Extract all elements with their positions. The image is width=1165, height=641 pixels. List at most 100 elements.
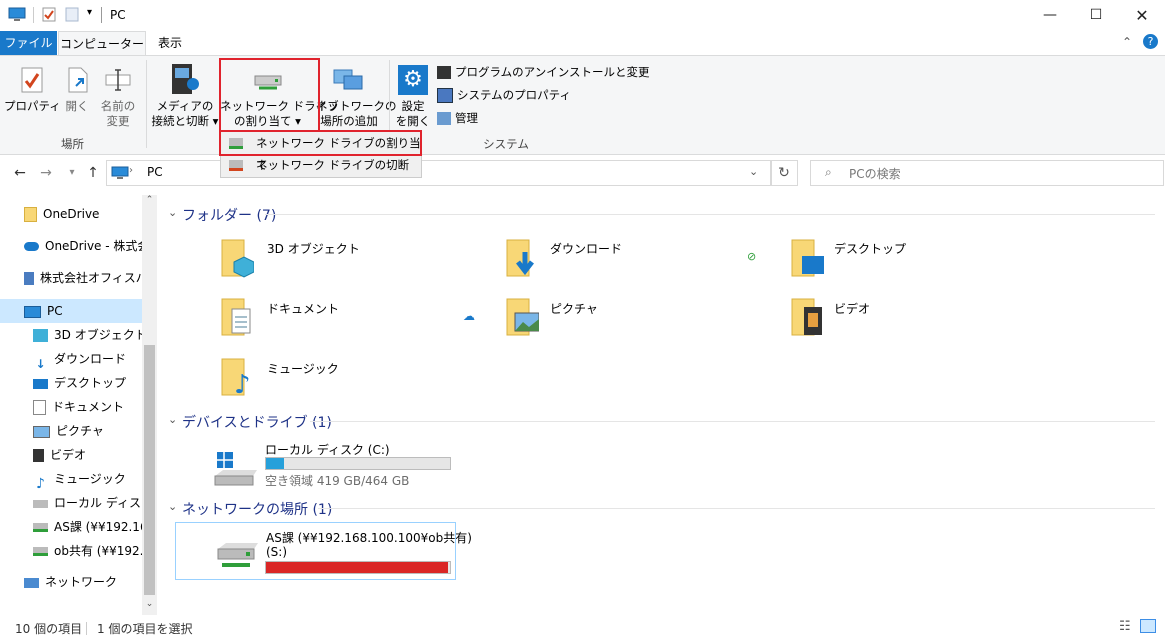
drive-free-space: 空き領域 419 GB/464 GB [265,474,410,488]
map-label-2-text: の割り当て [234,114,292,128]
minimize-button[interactable]: — [1027,0,1073,30]
manage-label: 管理 [455,111,478,125]
nav-item-downloads[interactable]: ↓ ダウンロード [33,348,126,370]
download-arrow-icon: ↓ [35,357,46,370]
folder-label: 3D オブジェクト [267,242,360,256]
separator [101,7,102,23]
close-button[interactable]: ✕ [1119,0,1165,30]
scroll-down-arrow-icon[interactable]: ⌄ [142,599,157,615]
group-location-label: 場所 [61,137,84,151]
pc-icon [8,7,26,21]
menu-item-map-drive[interactable]: ネットワーク ドライブの割り当て [221,132,421,172]
netdrive-usage-fill [266,562,449,573]
nav-label: ネットワーク [45,575,118,589]
collapse-chevron-icon[interactable]: ⌄ [168,500,177,513]
map-label-1: ネットワーク ドライブ [220,99,339,113]
nav-label: PC [47,304,63,318]
section-network-header[interactable]: ネットワークの場所 (1) [182,499,332,519]
pc-icon [24,305,41,318]
nav-item-pictures[interactable]: ピクチャ [33,420,104,442]
add-network-location-button[interactable]: ネットワークの 場所の追加 [316,99,397,129]
svg-text:♪: ♪ [234,370,251,397]
up-button[interactable]: ↑ [83,162,103,184]
nav-selected-highlight [0,299,142,323]
menu-item-disconnect-drive[interactable]: ネットワーク ドライブの切断 [221,154,421,176]
tab-view[interactable]: 表示 [150,31,190,55]
separator [33,7,34,23]
navigation-pane: OneDrive OneDrive - 株式会 株式会社オフィスバ PC 3D … [0,195,158,615]
details-view-icon[interactable]: ☷ [1119,619,1131,634]
nav-item-3d-objects[interactable]: 3D オブジェクト [33,324,147,346]
open-button[interactable]: 開く [62,99,92,114]
nav-item-documents[interactable]: ドキュメント [33,396,124,418]
nav-item-onedrive-business[interactable]: OneDrive - 株式会 [24,235,142,257]
recent-locations-button[interactable]: ▾ [62,162,82,184]
breadcrumb-pc[interactable]: PC [147,165,163,179]
network-drive-icon [217,543,258,567]
nav-item-network[interactable]: ネットワーク [24,571,117,593]
address-bar[interactable]: › PC ⌄ [106,160,772,186]
netdrive-usage-bar [265,561,451,574]
manage-button[interactable]: 管理 [437,108,478,128]
maximize-button[interactable]: ☐ [1073,0,1119,30]
nav-item-company[interactable]: 株式会社オフィスバ [24,267,142,289]
open-settings-button[interactable]: 設定 を開く [394,99,432,129]
nav-item-onedrive[interactable]: OneDrive [24,203,99,225]
breadcrumb-chevron-icon[interactable]: › [129,165,133,176]
drive-usage-bar [265,457,451,470]
properties-button[interactable]: プロパティ [4,99,61,114]
building-icon [24,272,34,285]
nav-item-music[interactable]: ♪ ミュージック [33,468,126,490]
nav-item-ob-drive[interactable]: ob共有 (¥¥192.1( [33,540,142,562]
nav-item-desktop[interactable]: デスクトップ [33,372,126,394]
settings-label-2: を開く [395,114,431,128]
folder-picture-icon [506,298,539,336]
nav-item-local-disk[interactable]: ローカル ディスク (C [33,492,142,514]
window-title: PC [110,8,126,22]
folder-icon [24,207,37,222]
cube-icon [33,329,48,342]
section-divider [318,508,1155,509]
network-drive-icon [33,523,48,532]
nav-item-as-drive[interactable]: AS課 (¥¥192.168. [33,516,142,538]
refresh-button[interactable]: ↻ [770,160,798,186]
map-network-drive-button[interactable]: ネットワーク ドライブ の割り当て ▾ [220,99,339,129]
open-icon [68,67,88,93]
section-folders-header[interactable]: フォルダー (7) [182,205,276,225]
system-properties-button[interactable]: システムのプロパティ [437,85,571,105]
netdrive-tile-selected[interactable]: AS課 (¥¥192.168.100.100¥ob共有) (S:) [175,522,472,580]
desktop-icon [33,378,48,389]
search-box[interactable]: ⌕ PCの検索 [810,160,1164,186]
collapse-chevron-icon[interactable]: ⌄ [168,413,177,426]
back-button[interactable]: ← [10,162,30,184]
rename-button[interactable]: 名前の 変更 [96,99,140,129]
scroll-up-arrow-icon[interactable]: ⌃ [142,195,157,211]
forward-button[interactable]: → [36,162,56,184]
help-icon[interactable]: ? [1143,34,1158,49]
nav-scrollbar[interactable]: ⌃ ⌄ [142,195,157,615]
uninstall-program-button[interactable]: プログラムのアンインストールと変更 [437,62,649,82]
netdrive-name: AS課 (¥¥192.168.100.100¥ob共有) [266,531,472,545]
document-icon [33,400,46,415]
properties-check-icon[interactable] [42,7,56,22]
network-location-icon [333,69,363,90]
tab-computer[interactable]: コンピューター [58,31,146,56]
address-dropdown-icon[interactable]: ⌄ [749,165,758,178]
map-drive-small-icon [229,138,243,149]
uninstall-label: プログラムのアンインストールと変更 [455,65,650,79]
new-folder-icon[interactable] [65,7,79,22]
nav-label: ダウンロード [54,352,127,366]
tab-file[interactable]: ファイル [0,31,57,55]
quick-access-dropdown-icon[interactable]: ▾ [87,7,92,18]
collapse-chevron-icon[interactable]: ⌄ [168,206,177,219]
section-devices-header[interactable]: デバイスとドライブ (1) [182,412,332,432]
nav-item-videos[interactable]: ビデオ [33,444,86,466]
collapse-ribbon-icon[interactable]: ⌃ [1122,35,1132,49]
nav-item-pc[interactable]: PC [24,300,63,322]
folder-label: ダウンロード [550,242,623,256]
network-icon [24,577,39,588]
media-connect-button[interactable]: メディアの 接続と切断 ▾ [150,99,220,129]
map-label-2: の割り当て ▾ [234,114,301,128]
scroll-thumb[interactable] [144,345,155,595]
large-icons-view-icon[interactable] [1140,619,1156,633]
